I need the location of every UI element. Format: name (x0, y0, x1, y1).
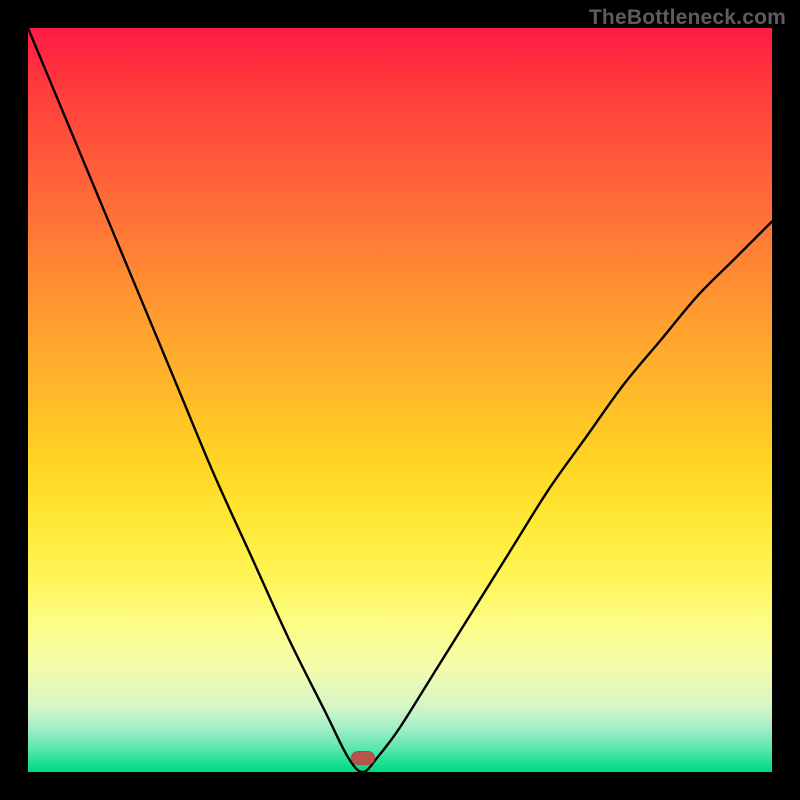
bottleneck-curve (28, 28, 772, 772)
minimum-marker (351, 751, 375, 765)
chart-frame: TheBottleneck.com (0, 0, 800, 800)
watermark-text: TheBottleneck.com (589, 6, 786, 30)
plot-area (28, 28, 772, 772)
